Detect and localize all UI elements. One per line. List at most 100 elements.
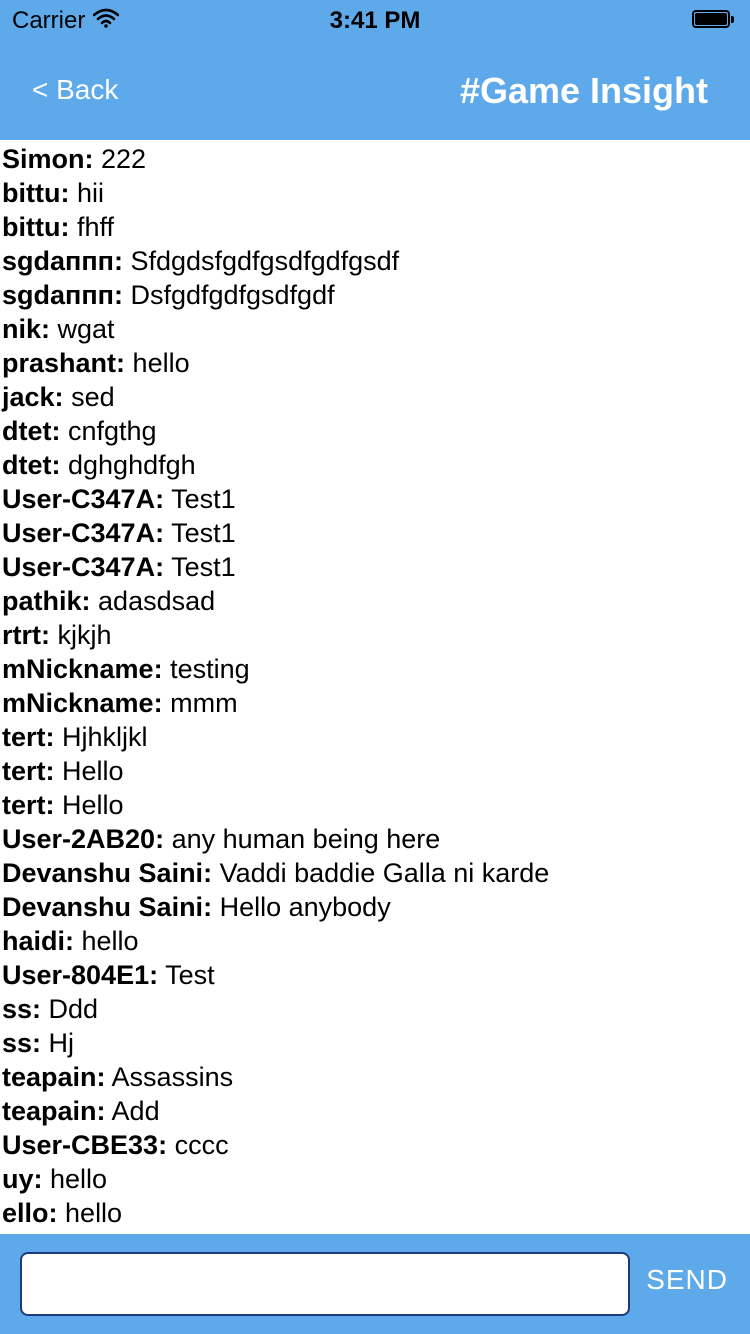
- message-text: fhff: [76, 212, 115, 242]
- chat-message: jack: sed: [0, 380, 750, 414]
- message-text: hello: [50, 1164, 108, 1194]
- message-text: Test1: [171, 518, 236, 548]
- message-text: Vaddi baddie Galla ni karde: [219, 858, 550, 888]
- message-username: mNickname:: [2, 688, 163, 718]
- message-username: dtet:: [2, 450, 61, 480]
- message-text: Assassins: [111, 1062, 234, 1092]
- message-text: Sfdgdsfgdfgsdfgdfgsdf: [130, 246, 400, 276]
- chat-message: User-2AB20: any human being here: [0, 822, 750, 856]
- message-text: 222: [101, 144, 147, 174]
- chat-message: nik: wgat: [0, 312, 750, 346]
- message-username: tert:: [2, 790, 55, 820]
- composer-bar: SEND: [0, 1234, 750, 1334]
- message-username: sgdaппп:: [2, 280, 123, 310]
- message-username: User-C347A:: [2, 552, 165, 582]
- chat-message: Devanshu Saini: Vaddi baddie Galla ni ka…: [0, 856, 750, 890]
- message-username: mNickname:: [2, 654, 163, 684]
- message-username: ss:: [2, 994, 42, 1024]
- message-text: Add: [111, 1096, 160, 1126]
- message-username: bittu:: [2, 212, 70, 242]
- message-username: prashant:: [2, 348, 126, 378]
- message-text: dghghdfgh: [68, 450, 196, 480]
- chat-message: User-C347A: Test1: [0, 516, 750, 550]
- page-title: #Game Insight: [459, 70, 708, 111]
- chat-message: User-804E1: Test: [0, 958, 750, 992]
- message-username: teapain:: [2, 1062, 106, 1092]
- chat-message: tert: Hello: [0, 754, 750, 788]
- message-text: cccc: [174, 1130, 229, 1160]
- chat-message: User-C347A: Test1: [0, 482, 750, 516]
- back-label: < Back: [32, 74, 119, 105]
- chat-message: User-C347A: Test1: [0, 550, 750, 584]
- message-username: User-C347A:: [2, 518, 165, 548]
- chat-message: uy: hello: [0, 1162, 750, 1196]
- message-text: hello: [81, 926, 139, 956]
- message-username: jack:: [2, 382, 64, 412]
- status-bar: Carrier 3:41 PM: [0, 0, 750, 40]
- message-input[interactable]: [20, 1252, 630, 1316]
- message-text: Hello anybody: [219, 892, 391, 922]
- chat-message: mNickname: mmm: [0, 686, 750, 720]
- message-text: hello: [132, 348, 190, 378]
- chat-message: haidi: hello: [0, 924, 750, 958]
- message-text: adasdsad: [98, 586, 216, 616]
- message-text: wgat: [57, 314, 115, 344]
- chat-message: bittu: hii: [0, 176, 750, 210]
- message-username: bittu:: [2, 178, 70, 208]
- message-username: User-804E1:: [2, 960, 159, 990]
- chat-message: User-CBE33: cccc: [0, 1128, 750, 1162]
- chat-message: mNickname: testing: [0, 652, 750, 686]
- status-time: 3:41 PM: [329, 7, 421, 34]
- message-text: Test1: [171, 552, 236, 582]
- message-text: Hello: [62, 756, 124, 786]
- message-text: cnfgthg: [68, 416, 157, 446]
- chat-message: Simon: 222: [0, 142, 750, 176]
- chat-message: prashant: hello: [0, 346, 750, 380]
- battery-icon: [692, 10, 736, 30]
- chat-message: teapain: Add: [0, 1094, 750, 1128]
- message-text: Test1: [171, 484, 236, 514]
- message-text: hello: [65, 1198, 123, 1228]
- chat-message: pathik: adasdsad: [0, 584, 750, 618]
- chat-message: tert: Hello: [0, 788, 750, 822]
- message-text: Hello: [62, 790, 124, 820]
- send-button[interactable]: SEND: [646, 1264, 728, 1296]
- chat-message: dtet: cnfgthg: [0, 414, 750, 448]
- chat-message: bittu: fhff: [0, 210, 750, 244]
- message-username: User-2AB20:: [2, 824, 165, 854]
- back-button[interactable]: < Back: [32, 74, 118, 106]
- message-username: teapain:: [2, 1096, 106, 1126]
- chat-message: ss: Ddd: [0, 992, 750, 1026]
- message-username: Devanshu Saini:: [2, 858, 213, 888]
- chat-message-list[interactable]: Simon: 222 bittu: hii bittu: fhff sgdaппп: …: [0, 142, 750, 1232]
- message-username: pathik:: [2, 586, 91, 616]
- message-text: Hj: [48, 1028, 75, 1058]
- chat-message: sgdaппп: Sfdgdsfgdfgsdfgdfgsdf: [0, 244, 750, 278]
- message-text: Hjhkljkl: [62, 722, 148, 752]
- message-username: uy:: [2, 1164, 43, 1194]
- chat-message: rtrt: kjkjh: [0, 618, 750, 652]
- message-text: mmm: [170, 688, 238, 718]
- chat-message: Devanshu Saini: Hello anybody: [0, 890, 750, 924]
- message-text: Dsfgdfgdfgsdfgdf: [130, 280, 335, 310]
- chat-message: dtet: dghghdfgh: [0, 448, 750, 482]
- message-text: Ddd: [48, 994, 99, 1024]
- message-username: haidi:: [2, 926, 74, 956]
- header-bar: Carrier 3:41 PM < Back #Game Insight: [0, 0, 750, 140]
- message-text: any human being here: [171, 824, 441, 854]
- message-username: dtet:: [2, 416, 61, 446]
- message-username: User-C347A:: [2, 484, 165, 514]
- chat-message: tert: Hjhkljkl: [0, 720, 750, 754]
- message-username: tert:: [2, 722, 55, 752]
- message-username: nik:: [2, 314, 51, 344]
- message-text: sed: [71, 382, 115, 412]
- message-text: Test: [165, 960, 215, 990]
- chat-message: teapain: Assassins: [0, 1060, 750, 1094]
- message-username: tert:: [2, 756, 55, 786]
- chat-message: ello: hello: [0, 1196, 750, 1230]
- message-username: Simon:: [2, 144, 94, 174]
- chat-message: ss: Hj: [0, 1026, 750, 1060]
- message-username: sgdaппп:: [2, 246, 123, 276]
- message-text: hii: [76, 178, 104, 208]
- message-username: Devanshu Saini:: [2, 892, 213, 922]
